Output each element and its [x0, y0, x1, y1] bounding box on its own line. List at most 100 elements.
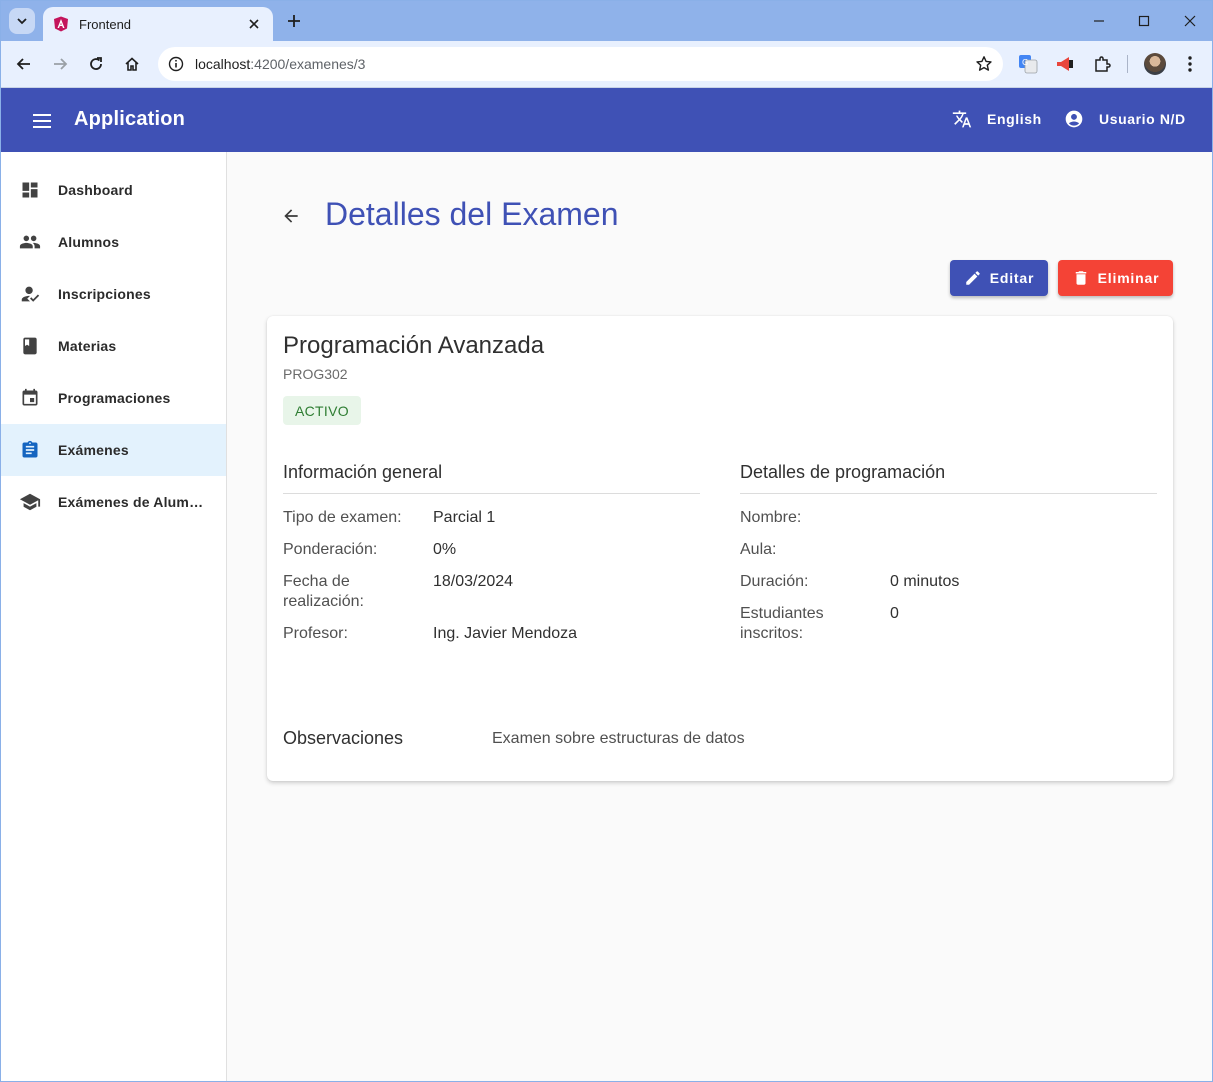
edit-label: Editar: [989, 270, 1035, 286]
edit-button[interactable]: Editar: [950, 260, 1048, 296]
delete-button[interactable]: Eliminar: [1058, 260, 1173, 296]
close-window-button[interactable]: [1178, 9, 1202, 33]
sidebar-item-label: Exámenes: [58, 442, 129, 458]
info-row: Fecha de realización: 18/03/2024: [283, 572, 700, 612]
how-to-reg-icon: [19, 283, 41, 305]
sidebar-item-label: Exámenes de Alumnos: [58, 494, 208, 510]
tab-title: Frontend: [79, 16, 132, 32]
minimize-button[interactable]: [1087, 9, 1111, 33]
dashboard-icon: [19, 179, 41, 201]
delete-label: Eliminar: [1097, 270, 1160, 286]
sidebar-item-materias[interactable]: Materias: [1, 320, 226, 372]
info-label: Profesor:: [283, 625, 348, 642]
arrow-right-icon: [54, 58, 68, 70]
home-button[interactable]: [119, 51, 145, 77]
url-host: localhost: [195, 56, 251, 72]
sidebar-item-inscripciones[interactable]: Inscripciones: [1, 268, 226, 320]
hamburger-icon: [33, 114, 51, 128]
status-badge: ACTIVO: [283, 396, 361, 425]
url-path: :4200/examenes/3: [250, 56, 366, 72]
user-button[interactable]: Usuario N/D: [1063, 108, 1186, 130]
tab-search-button[interactable]: [9, 8, 35, 34]
sidebar-item-label: Materias: [58, 338, 117, 354]
info-label: Estudiantes inscritos:: [740, 605, 824, 642]
calendar-icon: [19, 387, 41, 409]
account-circle-icon: [1063, 108, 1085, 130]
section-title: Detalles de programación: [740, 462, 1157, 494]
info-label: Fecha de realización:: [283, 573, 364, 610]
tab-bar: Frontend: [1, 1, 1212, 41]
forward-nav-button[interactable]: [47, 51, 73, 77]
extensions-puzzle-icon[interactable]: [1091, 53, 1113, 75]
profile-avatar[interactable]: [1144, 53, 1166, 75]
back-button[interactable]: [279, 204, 303, 228]
info-row: Estudiantes inscritos: 0: [740, 604, 1157, 644]
info-label: Aula:: [740, 541, 777, 558]
info-value: Ing. Javier Mendoza: [433, 625, 578, 642]
site-info-icon[interactable]: [166, 54, 186, 74]
people-icon: [19, 231, 41, 253]
info-row: Tipo de examen: Parcial 1: [283, 508, 700, 528]
exam-code: PROG302: [283, 366, 348, 382]
reload-icon: [90, 57, 102, 70]
browser-tab[interactable]: Frontend: [43, 7, 273, 41]
info-value: Parcial 1: [433, 509, 496, 526]
browser-window: Frontend localhost:4200/examenes/3 G App…: [0, 0, 1213, 1082]
url-text: localhost:4200/examenes/3: [195, 56, 975, 72]
address-bar[interactable]: localhost:4200/examenes/3: [158, 47, 1003, 81]
minimize-icon: [1094, 20, 1104, 22]
angular-icon: [54, 16, 68, 32]
sidebar-item-dashboard[interactable]: Dashboard: [1, 164, 226, 216]
info-row: Nombre:: [740, 508, 1157, 528]
language-button[interactable]: English: [951, 108, 1042, 130]
assignment-icon: [19, 439, 41, 461]
sidebar-item-programaciones[interactable]: Programaciones: [1, 372, 226, 424]
info-label: Tipo de examen:: [283, 509, 402, 526]
sidebar-item-alumnos[interactable]: Alumnos: [1, 216, 226, 268]
general-info-section: Información general Tipo de examen: Parc…: [283, 462, 700, 656]
info-label: Duración:: [740, 573, 809, 590]
app-title: Application: [74, 108, 186, 130]
menu-button[interactable]: [29, 108, 55, 134]
sidebar-item-label: Inscripciones: [58, 286, 151, 302]
observations-title: Observaciones: [283, 728, 404, 748]
book-icon: [19, 335, 41, 357]
close-icon: [1184, 15, 1196, 27]
megaphone-extension-icon[interactable]: [1054, 53, 1076, 75]
exam-card: Programación Avanzada PROG302 ACTIVO Inf…: [267, 316, 1173, 781]
info-row: Profesor: Ing. Javier Mendoza: [283, 624, 700, 644]
page-title: Detalles del Examen: [325, 196, 619, 232]
translate-extension-icon[interactable]: G: [1017, 53, 1039, 75]
observations-text: Examen sobre estructuras de datos: [492, 729, 745, 747]
observations: Observaciones Examen sobre estructuras d…: [283, 728, 745, 749]
close-icon: [249, 19, 259, 29]
language-label: English: [987, 111, 1042, 127]
info-row: Aula:: [740, 540, 1157, 560]
bookmark-star-icon[interactable]: [975, 55, 993, 73]
back-nav-button[interactable]: [11, 51, 37, 77]
school-icon: [19, 491, 41, 513]
tab-close-button[interactable]: [245, 15, 263, 33]
svg-text:G: G: [1022, 58, 1028, 67]
reload-button[interactable]: [83, 51, 109, 77]
sidebar-item-label: Dashboard: [58, 182, 133, 198]
info-row: Ponderación: 0%: [283, 540, 700, 560]
section-title: Información general: [283, 462, 700, 494]
main-content: Detalles del Examen Editar Eliminar Prog…: [227, 152, 1212, 1081]
info-label: Ponderación:: [283, 541, 378, 558]
sidebar-item-examenes[interactable]: Exámenes: [1, 424, 226, 476]
home-icon: [125, 57, 139, 71]
info-value: 0: [890, 605, 899, 622]
info-value: [890, 540, 1157, 560]
sidebar-item-examenes-alumnos[interactable]: Exámenes de Alumnos: [1, 476, 226, 528]
sidebar-item-label: Alumnos: [58, 234, 120, 250]
maximize-button[interactable]: [1132, 9, 1156, 33]
maximize-icon: [1138, 15, 1150, 27]
info-row: Duración: 0 minutos: [740, 572, 1157, 592]
info-value: 18/03/2024: [433, 573, 514, 590]
trash-icon: [1072, 269, 1090, 287]
new-tab-button[interactable]: [283, 10, 305, 32]
kebab-menu-icon[interactable]: [1179, 53, 1201, 75]
plus-icon: [288, 15, 300, 27]
info-value: 0%: [433, 541, 457, 558]
